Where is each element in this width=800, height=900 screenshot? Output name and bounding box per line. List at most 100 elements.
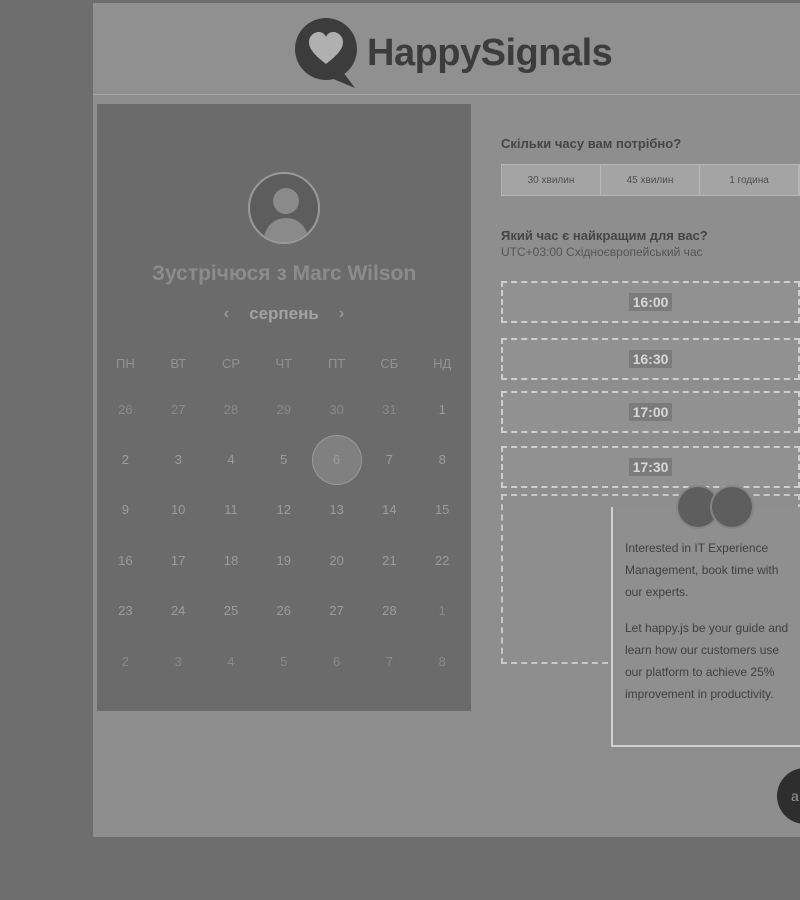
calendar-day[interactable]: 16 xyxy=(99,535,152,585)
duration-option-45[interactable]: 45 хвилин xyxy=(601,165,700,195)
host-avatar xyxy=(248,172,320,244)
calendar-day-label: 4 xyxy=(227,452,235,468)
calendar-day-label: 5 xyxy=(280,452,288,468)
time-slot[interactable]: 16:30 xyxy=(501,338,800,380)
calendar-day[interactable]: 13 xyxy=(310,485,363,535)
time-slot-label: 17:30 xyxy=(628,458,673,476)
calendar-day-label: 7 xyxy=(385,452,393,468)
calendar-day-label: 6 xyxy=(332,452,341,468)
calendar-day[interactable]: 8 xyxy=(416,434,469,484)
calendar-day[interactable]: 2 xyxy=(99,636,152,686)
tooltip-text: Interested in IT Experience Management, … xyxy=(625,541,779,599)
weekday-label: ПН xyxy=(116,356,135,371)
calendar-day-label: 2 xyxy=(121,452,130,468)
time-label: Який час є найкращим для вас? xyxy=(501,228,708,243)
calendar-day[interactable]: 5 xyxy=(257,434,310,484)
duration-label: Скільки часу вам потрібно? xyxy=(501,136,682,151)
calendar-day[interactable]: 17 xyxy=(152,535,205,585)
calendar-day[interactable]: 26 xyxy=(257,586,310,636)
weekday-label: СР xyxy=(221,356,241,371)
duration-option-30[interactable]: 30 хвилин xyxy=(502,165,601,195)
calendar-day[interactable]: 15 xyxy=(416,485,469,535)
calendar-day[interactable]: 12 xyxy=(257,485,310,535)
time-slot-label: 16:00 xyxy=(628,293,673,311)
calendar-day[interactable]: 26 xyxy=(99,384,152,434)
calendar-day-label: 29 xyxy=(276,401,292,417)
calendar-day-label: 14 xyxy=(382,502,397,518)
time-slot[interactable]: 16:00 xyxy=(501,281,800,323)
calendar-day[interactable]: 28 xyxy=(205,384,258,434)
calendar-week: 2 3 4 5 6 7 8 xyxy=(99,636,469,686)
duration-option-60[interactable]: 1 година xyxy=(700,165,799,195)
calendar-day-label: 10 xyxy=(170,502,186,518)
weekday-label: ВТ xyxy=(170,356,187,371)
calendar-day-label: 17 xyxy=(170,552,186,568)
calendar-day[interactable]: 6 xyxy=(310,636,363,686)
calendar-day-label: 3 xyxy=(174,452,182,468)
time-slot[interactable]: 17:00 xyxy=(501,391,800,433)
calendar-day[interactable]: 7 xyxy=(363,636,416,686)
calendar-day[interactable]: 23 xyxy=(99,586,152,636)
chat-button-label: a xyxy=(791,788,799,804)
calendar-day[interactable]: 5 xyxy=(257,636,310,686)
calendar-day[interactable]: 27 xyxy=(152,384,205,434)
calendar-day[interactable]: 22 xyxy=(416,535,469,585)
calendar-week: 9 10 11 12 13 14 15 xyxy=(99,485,469,535)
calendar-day-label: 26 xyxy=(118,401,133,417)
calendar-day[interactable]: 3 xyxy=(152,636,205,686)
weekday-label: ПТ xyxy=(327,356,346,371)
calendar-day-label: 16 xyxy=(118,552,133,568)
avatar xyxy=(710,485,754,529)
calendar-day[interactable]: 6 xyxy=(310,434,363,485)
calendar-day-label: 7 xyxy=(385,653,393,669)
calendar-day-label: 20 xyxy=(329,552,344,568)
calendar-day[interactable]: 7 xyxy=(363,434,416,484)
calendar-day[interactable]: 19 xyxy=(257,535,310,585)
calendar-day-label: 8 xyxy=(438,452,446,468)
duration-selector: 30 хвилин 45 хвилин 1 година xyxy=(501,164,800,196)
calendar-day[interactable]: 4 xyxy=(205,636,258,686)
calendar-day[interactable]: 11 xyxy=(205,485,258,535)
calendar-week: 16 17 18 19 20 21 22 xyxy=(99,535,469,585)
calendar-day[interactable]: 10 xyxy=(152,485,205,535)
time-slot[interactable]: 17:30 xyxy=(501,446,800,488)
calendar-day-label: 1 xyxy=(438,603,446,619)
calendar-day[interactable]: 14 xyxy=(363,485,416,535)
info-tooltip: Interested in IT Experience Management, … xyxy=(611,507,800,747)
chevron-right-icon[interactable]: › xyxy=(339,305,344,323)
calendar-day[interactable]: 1 xyxy=(416,384,469,434)
calendar-day[interactable]: 21 xyxy=(363,535,416,585)
tooltip-text: Let happy.js be your guide and learn how… xyxy=(625,621,789,701)
calendar-week: 2 3 4 5 6 7 8 xyxy=(99,434,469,485)
month-label: серпень xyxy=(249,304,319,323)
calendar-day-label: 5 xyxy=(280,653,288,669)
calendar-day-label: 27 xyxy=(329,603,344,619)
calendar-day[interactable]: 2 xyxy=(99,434,152,484)
calendar-day[interactable]: 31 xyxy=(363,384,416,434)
calendar-day[interactable]: 4 xyxy=(205,434,258,484)
weekday-label: СБ xyxy=(380,356,399,371)
calendar-day[interactable]: 29 xyxy=(257,384,310,434)
calendar-day-label: 4 xyxy=(227,653,235,669)
calendar-day[interactable]: 3 xyxy=(152,434,205,484)
timezone-label[interactable]: UTC+03:00 Східноєвропейський час xyxy=(501,245,708,259)
calendar-day[interactable]: 18 xyxy=(205,535,258,585)
calendar-day-label: 1 xyxy=(438,401,446,417)
calendar-panel: Зустрічюся з Marc Wilson ‹ серпень › ПН … xyxy=(97,104,471,711)
calendar-day[interactable]: 30 xyxy=(310,384,363,434)
calendar-day[interactable]: 9 xyxy=(99,485,152,535)
calendar-day[interactable]: 25 xyxy=(205,586,258,636)
calendar-day-label: 21 xyxy=(382,552,397,568)
calendar-day-label: 28 xyxy=(382,603,397,619)
calendar-day-label: 23 xyxy=(118,603,133,619)
calendar-day[interactable]: 1 xyxy=(416,586,469,636)
chevron-left-icon[interactable]: ‹ xyxy=(224,305,229,323)
calendar-day-label: 18 xyxy=(223,552,239,568)
calendar-day[interactable]: 27 xyxy=(310,586,363,636)
calendar-day[interactable]: 28 xyxy=(363,586,416,636)
time-slot-label: 17:00 xyxy=(628,403,673,421)
logo[interactable]: HappySignals xyxy=(291,16,613,90)
calendar-day[interactable]: 24 xyxy=(152,586,205,636)
calendar-day[interactable]: 8 xyxy=(416,636,469,686)
calendar-day[interactable]: 20 xyxy=(310,535,363,585)
